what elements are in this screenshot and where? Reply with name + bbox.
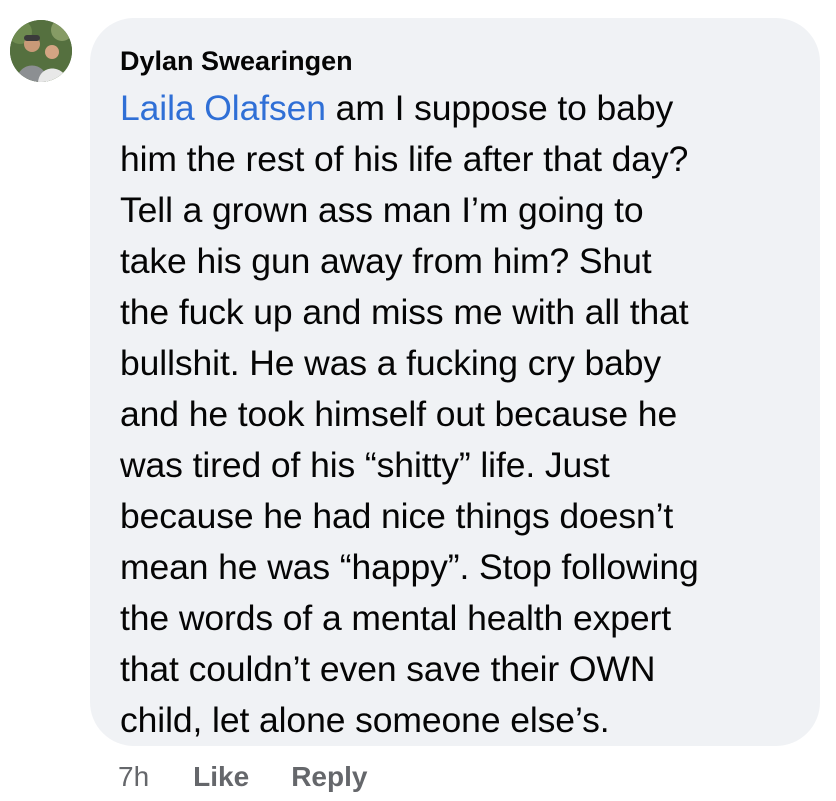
comment-line: was tired of his “shitty” life. Just xyxy=(120,445,610,485)
profile-photo-icon xyxy=(10,20,72,82)
comment-line: the words of a mental health expert xyxy=(120,598,672,638)
comment-line: and he took himself out because he xyxy=(120,394,678,434)
comment-line: bullshit. He was a fucking cry baby xyxy=(120,343,662,383)
comment-line: that couldn’t even save their OWN xyxy=(120,649,656,689)
comment-line: am I suppose to baby xyxy=(325,88,674,128)
comment-actions: 7h Like Reply xyxy=(118,757,409,797)
comment-line: take his gun away from him? Shut xyxy=(120,241,652,281)
comment-line: because he had nice things doesn’t xyxy=(120,496,674,536)
comment-line: mean he was “happy”. Stop following xyxy=(120,547,699,587)
comment-line: child, let alone someone else’s. xyxy=(120,700,610,740)
reply-button[interactable]: Reply xyxy=(291,761,367,793)
mention-link[interactable]: Laila Olafsen xyxy=(120,88,326,128)
comment-body: Laila Olafsen am I suppose to baby him th… xyxy=(120,83,792,746)
comment-line: the fuck up and miss me with all that xyxy=(120,292,689,332)
comment-timestamp[interactable]: 7h xyxy=(118,761,149,793)
like-button[interactable]: Like xyxy=(193,761,249,793)
comment-line: Tell a grown ass man I’m going to xyxy=(120,190,644,230)
comment-bubble: Dylan Swearingen Laila Olafsen am I supp… xyxy=(90,18,820,746)
comment-author-name[interactable]: Dylan Swearingen xyxy=(120,44,792,78)
author-avatar[interactable] xyxy=(10,20,72,82)
comment-line: him the rest of his life after that day? xyxy=(120,139,689,179)
